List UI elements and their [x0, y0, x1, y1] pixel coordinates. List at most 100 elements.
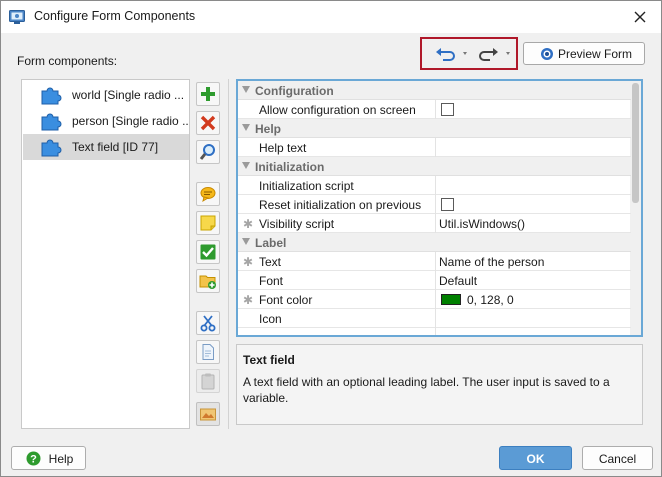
- property-name: Font: [259, 274, 284, 288]
- add-component-button[interactable]: [196, 82, 220, 106]
- preview-form-button[interactable]: Preview Form: [523, 42, 645, 65]
- ok-label: OK: [526, 452, 545, 466]
- property-category[interactable]: Help: [238, 119, 631, 138]
- delete-x-icon: [200, 115, 216, 131]
- close-icon[interactable]: [631, 8, 649, 26]
- property-row[interactable]: Help text: [238, 138, 631, 157]
- modified-star-icon: ✱: [243, 293, 254, 307]
- help-button[interactable]: ? Help: [11, 446, 86, 470]
- collapse-triangle-icon[interactable]: [242, 238, 250, 245]
- note-button[interactable]: [196, 211, 220, 235]
- window-title: Configure Form Components: [34, 9, 196, 23]
- clipboard-icon: [201, 373, 215, 390]
- column-divider: [435, 100, 436, 119]
- collapse-triangle-icon[interactable]: [242, 124, 250, 131]
- property-checkbox[interactable]: [441, 198, 454, 211]
- puzzle-piece-icon: [41, 113, 62, 131]
- puzzle-piece-icon: [41, 87, 62, 105]
- ok-button[interactable]: OK: [499, 446, 572, 470]
- property-name: Visibility script: [259, 217, 335, 231]
- property-row[interactable]: ✱ Font color 0, 128, 0: [238, 290, 631, 309]
- property-category[interactable]: Label: [238, 233, 631, 252]
- configure-form-components-dialog: Configure Form Components Form component…: [0, 0, 662, 477]
- property-name: Font color: [259, 293, 313, 307]
- category-name: Configuration: [255, 84, 334, 98]
- property-value[interactable]: Name of the person: [439, 255, 544, 269]
- cut-button[interactable]: [196, 311, 220, 335]
- picture-icon: [200, 408, 216, 421]
- property-row[interactable]: Allow configuration on screen: [238, 100, 631, 119]
- scrollbar-thumb[interactable]: [632, 83, 639, 203]
- cancel-label: Cancel: [598, 452, 637, 466]
- add-folder-button[interactable]: [196, 269, 220, 293]
- property-row[interactable]: [238, 328, 631, 335]
- collapse-triangle-icon[interactable]: [242, 86, 250, 93]
- description-text: A text field with an optional leading la…: [243, 375, 610, 405]
- column-divider: [435, 252, 436, 271]
- sticky-note-icon: [200, 215, 216, 231]
- property-row[interactable]: ✱ Text Name of the person: [238, 252, 631, 271]
- list-item-label: Text field [ID 77]: [72, 140, 159, 154]
- copy-button[interactable]: [196, 340, 220, 364]
- checkmark-box-icon: [200, 244, 216, 260]
- list-item-text-field[interactable]: Text field [ID 77]: [23, 134, 189, 160]
- list-item-label: person [Single radio ...: [72, 114, 189, 128]
- search-component-button[interactable]: [196, 140, 220, 164]
- magnifier-icon: [199, 144, 215, 160]
- undo-redo-group: [420, 37, 518, 70]
- preview-form-label: Preview Form: [558, 47, 633, 61]
- column-divider: [435, 214, 436, 233]
- property-value[interactable]: 0, 128, 0: [467, 293, 514, 307]
- property-checkbox[interactable]: [441, 103, 454, 116]
- help-label: Help: [48, 452, 74, 466]
- paste-button[interactable]: [196, 369, 220, 393]
- undo-button[interactable]: [434, 45, 474, 63]
- column-divider: [435, 138, 436, 157]
- checklist-button[interactable]: [196, 240, 220, 264]
- redo-icon: [479, 48, 510, 61]
- column-divider: [435, 328, 436, 335]
- property-sheet[interactable]: Configuration Allow configuration on scre…: [236, 79, 643, 337]
- plus-icon: [201, 87, 215, 101]
- cancel-button[interactable]: Cancel: [582, 446, 653, 470]
- property-name: Text: [259, 255, 282, 269]
- delete-component-button[interactable]: [196, 111, 220, 135]
- property-row[interactable]: Icon: [238, 309, 631, 328]
- property-row[interactable]: Reset initialization on previous: [238, 195, 631, 214]
- preview-eye-icon: [541, 48, 553, 60]
- property-scrollbar[interactable]: [630, 81, 641, 335]
- list-item-person[interactable]: person [Single radio ...: [23, 108, 189, 134]
- color-swatch[interactable]: [441, 294, 461, 305]
- property-name: Icon: [259, 312, 282, 326]
- scissors-icon: [200, 315, 216, 332]
- column-divider: [435, 195, 436, 214]
- category-name: Help: [255, 122, 282, 136]
- property-row[interactable]: Font Default: [238, 271, 631, 290]
- title-bar: Configure Form Components: [1, 1, 661, 33]
- property-row[interactable]: Initialization script: [238, 176, 631, 195]
- category-name: Label: [255, 236, 287, 250]
- property-name: Allow configuration on screen: [259, 103, 416, 117]
- form-components-label: Form components:: [17, 54, 118, 68]
- panel-divider: [228, 79, 229, 429]
- column-divider: [435, 176, 436, 195]
- image-button[interactable]: [196, 402, 220, 426]
- modified-star-icon: ✱: [243, 217, 254, 231]
- description-panel: Text field A text field with an optional…: [236, 344, 643, 425]
- puzzle-piece-icon: [41, 139, 62, 157]
- category-name: Initialization: [255, 160, 325, 174]
- column-divider: [435, 271, 436, 290]
- column-divider: [435, 290, 436, 309]
- property-category[interactable]: Configuration: [238, 81, 631, 100]
- description-title: Text field: [243, 353, 295, 367]
- property-category[interactable]: Initialization: [238, 157, 631, 176]
- collapse-triangle-icon[interactable]: [242, 162, 250, 169]
- form-components-list[interactable]: world [Single radio ... person [Single r…: [21, 79, 190, 429]
- list-item-world[interactable]: world [Single radio ...: [23, 82, 189, 108]
- property-value[interactable]: Default: [439, 274, 477, 288]
- property-name: Reset initialization on previous: [259, 198, 422, 212]
- property-value[interactable]: Util.isWindows(): [439, 217, 525, 231]
- comment-button[interactable]: [196, 182, 220, 206]
- property-row[interactable]: ✱ Visibility script Util.isWindows(): [238, 214, 631, 233]
- redo-button[interactable]: [478, 45, 518, 63]
